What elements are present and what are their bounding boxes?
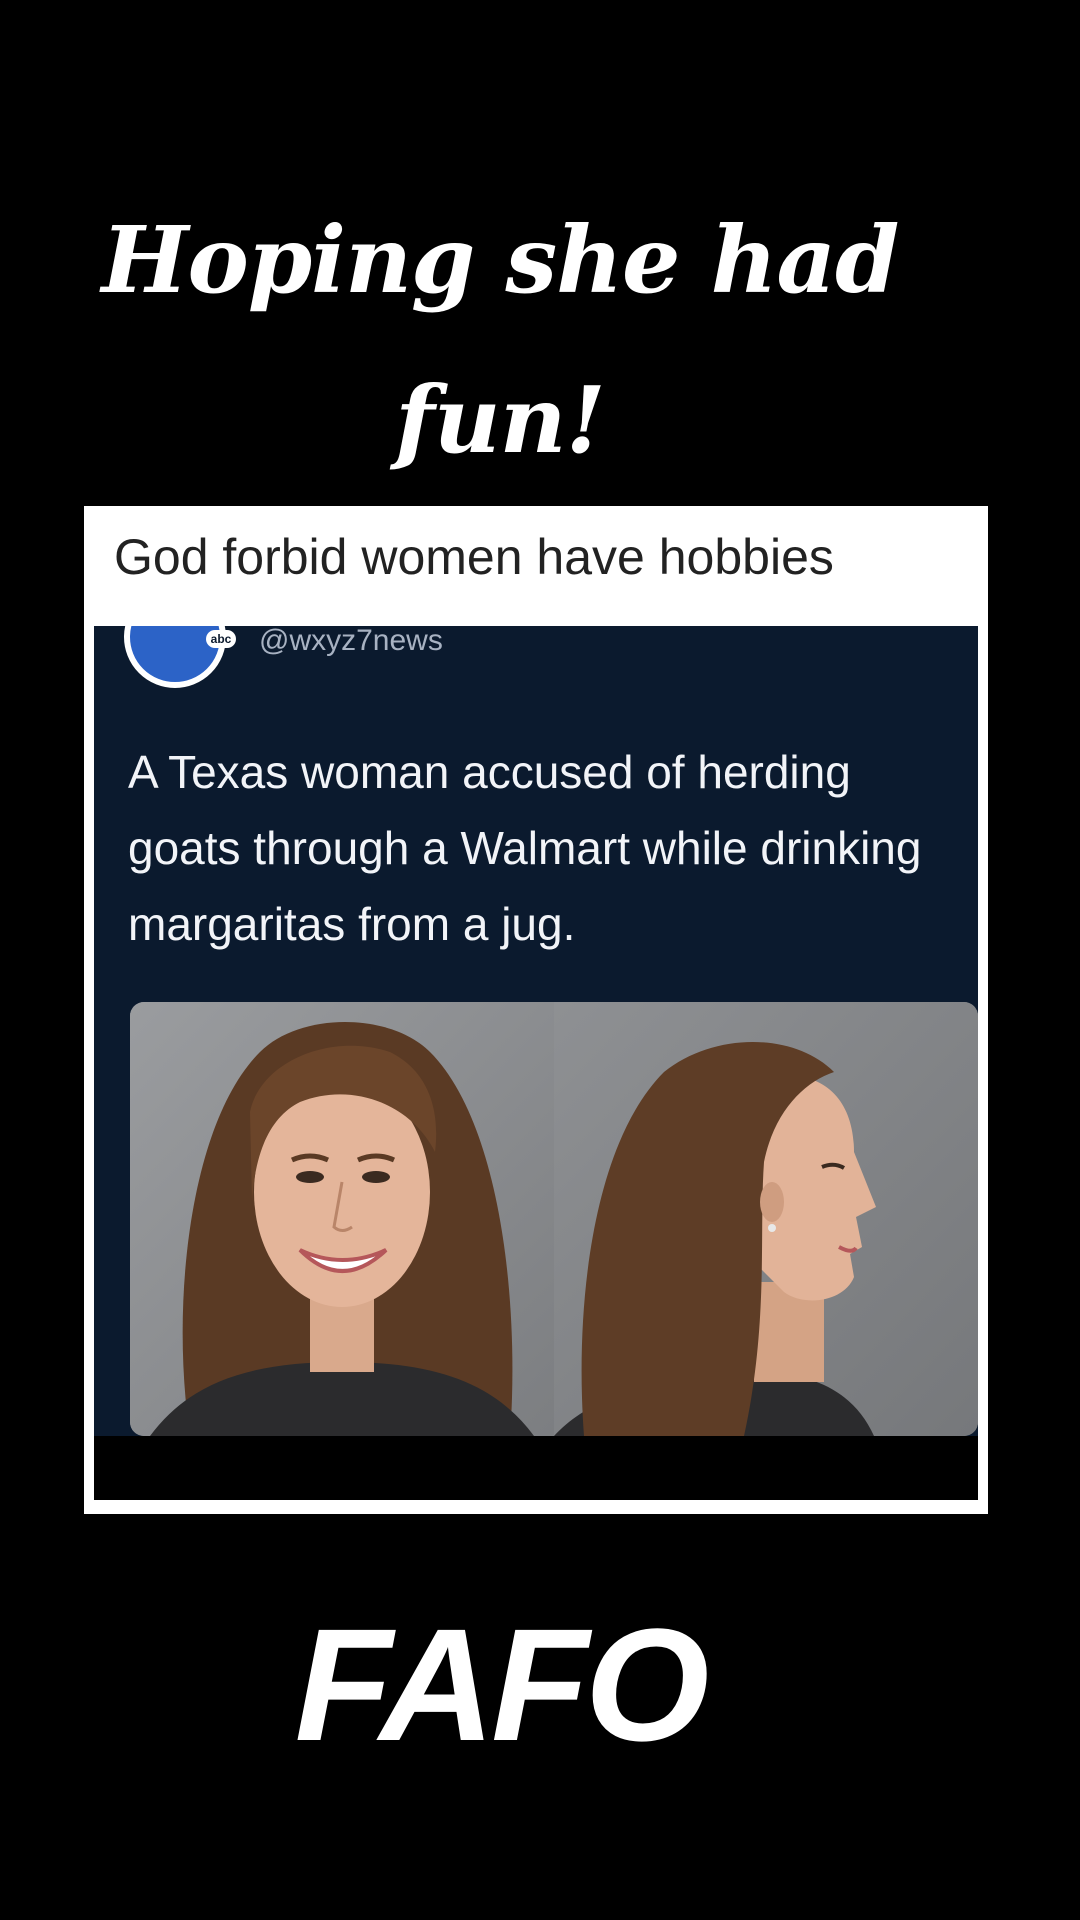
tweet-text: A Texas woman accused of herding goats t… xyxy=(128,746,922,950)
mugshot-front-illustration xyxy=(130,1002,554,1436)
mugshot-profile-image xyxy=(554,1002,978,1436)
screenshot-card: God forbid women have hobbies abc @wxyz7… xyxy=(84,506,988,1514)
top-caption-line-2: fun! xyxy=(395,366,606,474)
card-header: God forbid women have hobbies xyxy=(114,529,834,585)
top-caption-line-1: Hoping she had xyxy=(101,206,900,314)
mugshot-front-image xyxy=(130,1002,554,1436)
tweet-handle: @wxyz7news xyxy=(259,626,443,657)
top-caption: Hoping she had fun! xyxy=(0,180,1000,500)
abc-badge: abc xyxy=(206,630,236,648)
tweet-screenshot: abc @wxyz7news A Texas woman accused of … xyxy=(94,626,978,1500)
mugshot-photos xyxy=(130,1002,978,1436)
bottom-caption: FAFO xyxy=(294,1595,710,1774)
tweet-bottom-bar xyxy=(94,1436,978,1500)
mugshot-profile-illustration xyxy=(554,1002,978,1436)
